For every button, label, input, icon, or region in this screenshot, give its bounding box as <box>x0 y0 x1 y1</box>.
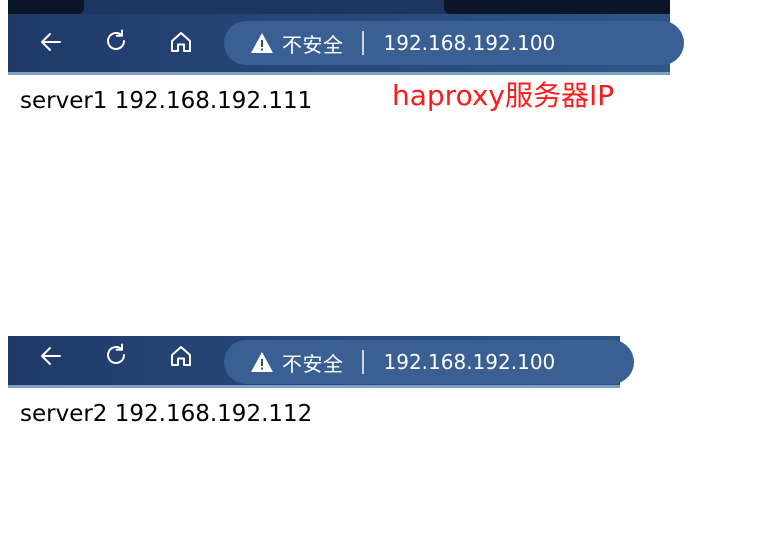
tab-strip <box>8 0 670 14</box>
reload-button[interactable] <box>101 342 131 372</box>
browser-toolbar-2: 不安全 192.168.192.100 <box>8 336 634 388</box>
home-icon <box>168 343 194 373</box>
reload-icon <box>103 342 129 372</box>
divider <box>361 31 364 55</box>
home-button[interactable] <box>166 29 196 59</box>
back-arrow-icon <box>38 29 64 59</box>
screenshot-canvas: 不安全 192.168.192.100 server1 192.168.192.… <box>0 0 774 537</box>
home-icon <box>168 29 194 59</box>
home-button[interactable] <box>166 343 196 373</box>
page-content: server2 192.168.192.112 <box>20 401 313 427</box>
tab[interactable] <box>8 0 84 14</box>
url-text[interactable]: 192.168.192.100 <box>384 350 556 374</box>
browser-toolbar-1: 不安全 192.168.192.100 <box>8 0 684 75</box>
address-bar[interactable]: 不安全 192.168.192.100 <box>224 340 634 384</box>
back-button[interactable] <box>36 29 66 59</box>
tab[interactable] <box>444 0 670 14</box>
reload-button[interactable] <box>101 28 131 58</box>
security-status[interactable]: 不安全 <box>282 29 344 58</box>
reload-icon <box>103 28 129 58</box>
security-status[interactable]: 不安全 <box>282 348 344 377</box>
back-arrow-icon <box>38 343 64 373</box>
back-button[interactable] <box>36 343 66 373</box>
warning-icon[interactable] <box>250 31 274 55</box>
annotation-label: haproxy服务器IP <box>392 79 615 112</box>
page-content: server1 192.168.192.111 <box>20 88 313 114</box>
divider <box>361 350 364 374</box>
warning-icon[interactable] <box>250 350 274 374</box>
toolbar-border <box>8 385 620 388</box>
url-text[interactable]: 192.168.192.100 <box>384 31 556 55</box>
address-bar[interactable]: 不安全 192.168.192.100 <box>224 21 684 65</box>
